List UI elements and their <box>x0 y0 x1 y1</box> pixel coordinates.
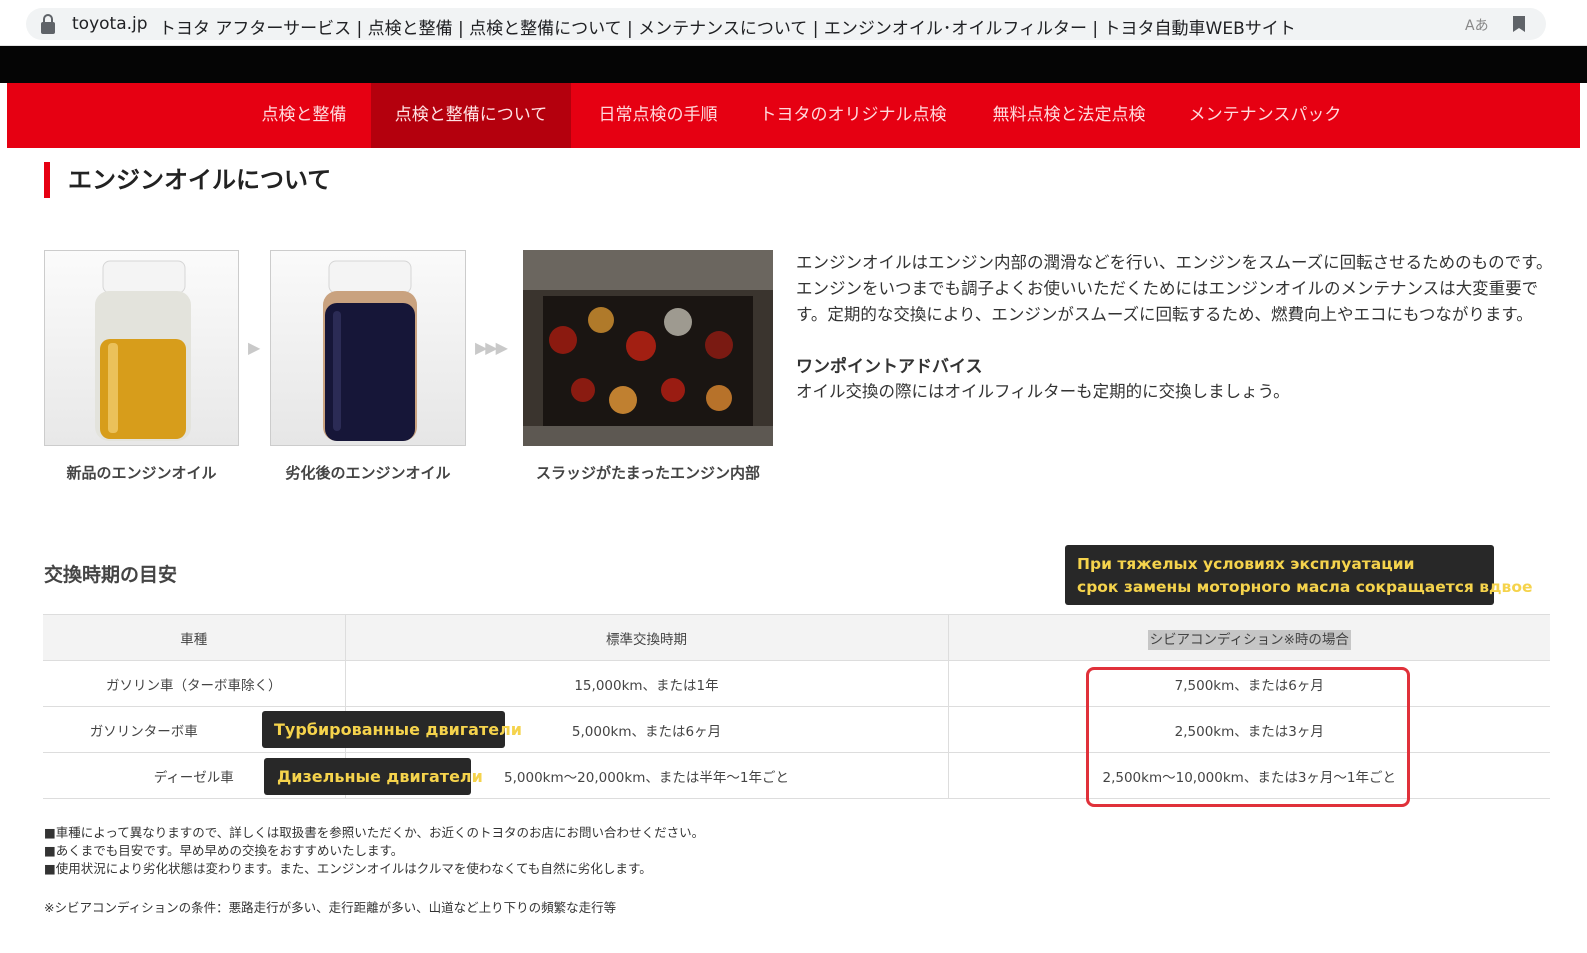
engine-interior-image <box>523 250 773 446</box>
new-oil-bottle-image <box>95 260 191 441</box>
nav-item-about-inspection[interactable]: 点検と整備について <box>371 83 571 148</box>
footnote-line: ■あくまでも目安です。早め早めの交換をおすすめいたします。 <box>44 843 404 858</box>
severe-column-highlight <box>1086 667 1410 807</box>
turbo-annotation: Турбированные двигатели <box>262 711 522 748</box>
footnote-line: ■車種によって異なりますので、詳しくは取扱書を参照いただくか、お近くのトヨタのお… <box>44 825 705 840</box>
nav-item-inspection[interactable]: 点検と整備 <box>245 83 363 148</box>
annotation-line: срок замены моторного масла сокращается … <box>1077 578 1533 596</box>
vehicle-type-cell: ガソリン車（ターボ車除く） <box>43 660 345 707</box>
lock-icon[interactable] <box>38 13 58 35</box>
used-oil-caption: 劣化後のエンジンオイル <box>285 464 451 482</box>
sludge-caption: スラッジがたまったエンジン内部 <box>536 464 760 482</box>
nav-item-free-legal-check[interactable]: 無料点検と法定点検 <box>973 83 1165 148</box>
bookmark-icon[interactable] <box>1512 15 1526 33</box>
standard-interval-cell: 15,000km、または1年 <box>344 660 948 707</box>
footnote-line: ■使用状況により劣化状態は変わります。また、エンジンオイルはクルマを使わなくても… <box>44 861 652 876</box>
global-nav: 点検と整備 点検と整備について 日常点検の手順 トヨタのオリジナル点検 無料点検… <box>7 83 1580 148</box>
header-band <box>0 46 1587 83</box>
sludge-engine-photo <box>523 250 773 446</box>
schedule-title: 交換時期の目安 <box>44 564 178 586</box>
advice-title: ワンポイントアドバイス <box>796 357 983 377</box>
severe-header-text: シビアコンディション※時の場合 <box>1147 629 1351 650</box>
table-header-row: 車種 標準交換時期 シビアコンディション※時の場合 <box>43 614 1550 661</box>
page-heading: エンジンオイルについて <box>44 162 331 198</box>
header-severe-condition: シビアコンディション※時の場合 <box>947 614 1550 661</box>
severe-condition-note: ※シビアコンディションの条件：悪路走行が多い、走行距離が多い、山道など上り下りの… <box>44 900 617 915</box>
new-oil-caption: 新品のエンジンオイル <box>66 464 217 482</box>
nav-item-maintenance-pack[interactable]: メンテナンスパック <box>1183 83 1347 148</box>
browser-address-bar: toyota.jp トヨタ アフターサービス | 点検と整備 | 点検と整備につ… <box>0 0 1587 46</box>
arrow-icon: ▶ <box>248 338 260 357</box>
triple-arrow-icon: ▶▶▶ <box>475 338 508 357</box>
nav-item-original-check[interactable]: トヨタのオリジナル点検 <box>751 83 955 148</box>
annotation-line: При тяжелых условиях эксплуатации <box>1077 555 1415 573</box>
nav-item-daily-check[interactable]: 日常点検の手順 <box>581 83 735 148</box>
advice-text: オイル交換の際にはオイルフィルターも定期的に交換しましょう。 <box>796 382 1290 401</box>
page-title-in-url[interactable]: トヨタ アフターサービス | 点検と整備 | 点検と整備について | メンテナン… <box>159 14 1296 39</box>
translate-icon[interactable]: Aあ <box>1465 15 1489 35</box>
header-standard-interval: 標準交換時期 <box>344 614 948 661</box>
used-oil-bottle-image <box>323 260 417 441</box>
url-host[interactable]: toyota.jp <box>72 14 148 34</box>
used-oil-photo <box>270 250 466 446</box>
header-vehicle-type: 車種 <box>43 614 345 661</box>
severe-condition-annotation: При тяжелых условиях эксплуатации срок з… <box>1065 545 1533 605</box>
new-oil-photo <box>44 250 239 446</box>
diesel-annotation: Дизельные двигатели <box>264 758 483 795</box>
intro-text: エンジンオイルはエンジン内部の潤滑などを行い、エンジンをスムーズに回転させるため… <box>796 253 1553 324</box>
footnotes: ■車種によって異なりますので、詳しくは取扱書を参照いただくか、お近くのトヨタのお… <box>44 824 704 878</box>
